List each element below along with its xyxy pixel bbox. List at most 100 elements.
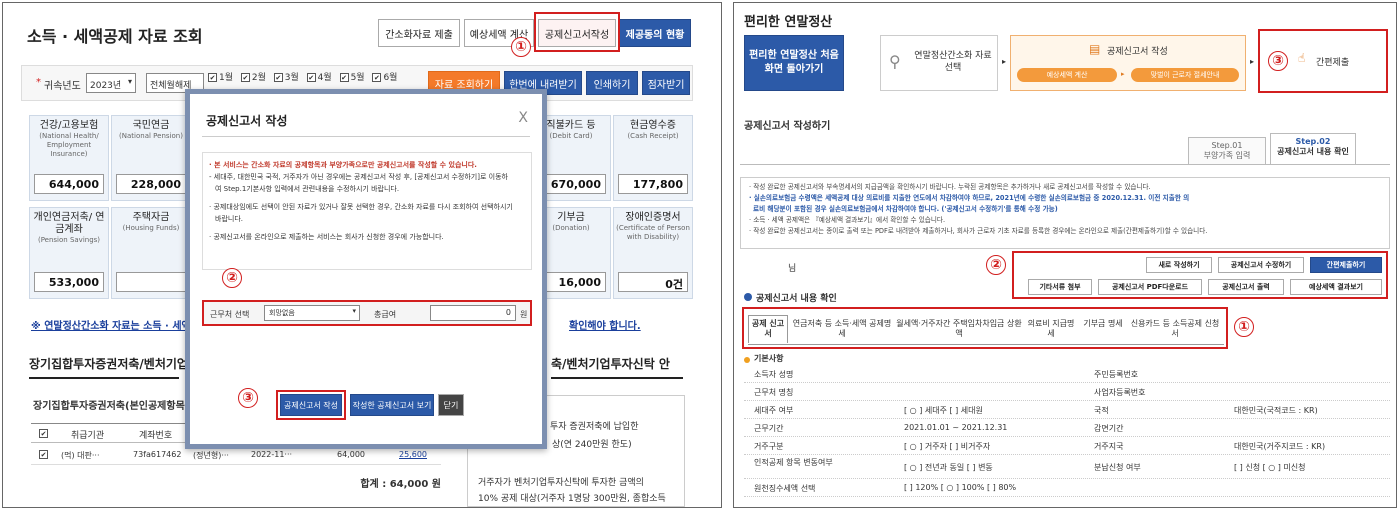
field-value: [ ○ ] 전년과 동일 [ ] 변동 (904, 463, 993, 472)
checkbox-icon: ✔ (240, 73, 250, 82)
work-value: 회망없음 (269, 309, 295, 317)
tab-rent[interactable]: 월세액·거주자간 주택임차차입금 상환액 (896, 317, 1022, 341)
salary-unit: 원 (520, 310, 528, 319)
view-form-button[interactable]: 작성한 공제신고서 보기 (350, 394, 434, 416)
salary-input[interactable]: 0 (430, 305, 516, 321)
tab-step-2[interactable]: Step.02 공제신고서 내용 확인 (1270, 133, 1356, 165)
home-button[interactable]: 편리한 연말정산 처음화면 돌아가기 (744, 35, 844, 91)
notice-line: · 공제대상임에도 선택이 안된 자료가 있거나 잘못 선택한 경우, 간소화 … (209, 203, 513, 211)
simple-submit-button[interactable]: 간편제출하기 (1310, 257, 1382, 273)
deduction-card[interactable]: 국민연금 (National Pension) 228,000 (111, 115, 191, 201)
month-check[interactable]: ✔ 1월 (208, 73, 233, 83)
month-check[interactable]: ✔ 2월 (240, 73, 266, 83)
field-label: 거주구분 (754, 442, 784, 451)
close-icon[interactable]: X (518, 110, 528, 126)
print-form-button[interactable]: 공제신고서 출력 (1208, 279, 1284, 295)
field-label: 근무기간 (754, 424, 784, 433)
search-icon: ⚲ (889, 52, 901, 71)
required-star: * (36, 77, 41, 88)
sub-section-title: 장기집합투자증권저축(본인공제항목) (33, 401, 190, 412)
section-title-right: 축/벤처기업투자신탁 안 (551, 357, 670, 371)
info-line: · 작성 완료한 공제신고서는 종이로 출력 또는 PDF로 내려받아 제출하거… (749, 227, 1208, 235)
notice-link[interactable]: ※ 연말정산간소화 자료는 소득 · 세액 (31, 317, 191, 332)
table-cell: 73fa617462 (133, 450, 182, 459)
tab-baseline (740, 164, 1390, 165)
marker-1: ① (511, 37, 531, 57)
field-value: 대한민국(국적코드 : KR) (1234, 406, 1318, 415)
bullet-icon (744, 293, 752, 301)
notice-link-end: 확인해야 합니다. (569, 321, 641, 332)
user-name-suffix: 님 (788, 264, 797, 274)
checkbox-icon[interactable]: ✔ (39, 429, 48, 438)
basic-info-table: 소득자 성명 주민등록번호 근무처 명칭 사업자등록번호 세대주 여부 [ ○ ] 세… (744, 365, 1390, 505)
new-form-button[interactable]: 새로 작성하기 (1146, 257, 1212, 273)
marker-3-right: ③ (1268, 51, 1288, 71)
info-line: · 작성 완료한 공제신고서와 부속명세서의 지급금액을 확인하시기 바랍니다.… (749, 183, 1151, 191)
field-label: 감면기간 (1094, 424, 1124, 433)
notice-line: · 공제신고서를 온라인으로 제출하는 서비스는 회사가 신청한 경우에 가능합… (209, 233, 444, 241)
marker-2: ② (222, 268, 242, 288)
consent-status-button[interactable]: 제공동의 현황 (619, 19, 691, 47)
field-label: 세대주 여부 (754, 406, 794, 415)
section-title: 장기집합투자증권저축/벤처기업투 (29, 357, 199, 371)
work-label: 근무처 선택 (210, 310, 250, 319)
left-panel: 소득 · 세액공제 자료 조회 간소화자료 제출 예상세액 계산 공제신고서작성… (2, 2, 722, 508)
braille-button[interactable]: 점자받기 (642, 71, 690, 95)
pdf-download-button[interactable]: 공제신고서 PDF다운로드 (1098, 279, 1202, 295)
field-label: 사업자등록번호 (1094, 388, 1146, 397)
tab-step-1[interactable]: Step.01 부양가족 입력 (1188, 137, 1266, 165)
basic-info-title: 기본사항 (754, 354, 784, 363)
tab-deduction-form[interactable]: 공제 신고서 (748, 315, 788, 343)
attach-docs-button[interactable]: 기타서류 첨부 (1028, 279, 1092, 295)
bullet-icon (744, 357, 750, 363)
info-text: 상(연 240만원 한도) (552, 440, 632, 450)
step-1[interactable]: ⚲ 연말정산간소화 자료선택 (880, 35, 998, 91)
checkbox-icon[interactable]: ✔ (39, 450, 48, 459)
expected-result-button[interactable]: 예상세액 결과보기 (1290, 279, 1382, 295)
table-row: 소득자 성명 주민등록번호 (744, 365, 1390, 383)
expected-tax-pill[interactable]: 예상세액 계산 (1017, 68, 1117, 82)
divider (551, 377, 683, 379)
divider (29, 377, 179, 379)
step-2[interactable]: ▤ 공제신고서 작성 예상세액 계산 ▸ 맞벌이 근로자 절세안내 (1010, 35, 1246, 91)
month-check[interactable]: ✔ 3월 (273, 73, 299, 83)
tab-card[interactable]: 신용카드 등 소득공제 신청서 (1130, 317, 1220, 341)
arrow-icon: ▸ (1002, 57, 1007, 66)
table-header-cell: 계좌번호 (139, 431, 173, 441)
home-button-label: 편리한 연말정산 처음화면 돌아가기 (749, 50, 839, 75)
deduction-card[interactable]: 개인연금저축/ 연금계좌 (Pension Savings) 533,000 (29, 207, 109, 299)
step-1-label: 연말정산간소화 자료선택 (914, 51, 992, 73)
deduction-card[interactable]: 장애인증명서 (Certificate of Person with Disabi… (613, 207, 693, 299)
field-value: [ ] 120% [ ○ ] 100% [ ] 80% (904, 483, 1017, 492)
field-value: [ ○ ] 세대주 [ ] 세대원 (904, 406, 983, 415)
chevron-down-icon: ▾ (352, 307, 356, 315)
tab-donation[interactable]: 기부금 명세 (1080, 317, 1126, 341)
table-cell-link[interactable]: 25,600 (399, 450, 427, 459)
table-row: 근무처 명칭 사업자등록번호 (744, 383, 1390, 401)
close-button[interactable]: 닫기 (438, 394, 464, 416)
content-title: 공제신고서 내용 확인 (756, 294, 837, 304)
table-row: 원천징수세액 선택 [ ] 120% [ ○ ] 100% [ ] 80% (744, 479, 1390, 497)
month-check[interactable]: ✔ 5월 (339, 73, 365, 83)
field-label: 국적 (1094, 406, 1109, 415)
deduction-card[interactable]: 주택자금 (Housing Funds) (111, 207, 191, 299)
marker-1-right: ① (1234, 317, 1254, 337)
edit-form-button[interactable]: 공제신고서 수정하기 (1218, 257, 1304, 273)
month-check[interactable]: ✔ 6월 (372, 73, 397, 83)
tab-pension[interactable]: 연금저축 등 소득·세액 공제명세 (792, 317, 892, 341)
month-check[interactable]: ✔ 4월 (306, 73, 332, 83)
write-form-button[interactable]: 공제신고서 작성 (280, 394, 342, 416)
tab-medical[interactable]: 의료비 지급명세 (1026, 317, 1076, 341)
field-value: 대한민국(거주지코드 : KR) (1234, 442, 1326, 451)
work-select[interactable]: 회망없음 ▾ (264, 305, 360, 321)
field-label: 원천징수세액 선택 (754, 484, 816, 493)
deduction-card[interactable]: 건강/고용보험 (National Health/ Employment Insu… (29, 115, 109, 201)
year-value: 2023년 (90, 81, 122, 91)
dual-income-pill[interactable]: 맞벌이 근로자 절세안내 (1131, 68, 1239, 82)
print-button[interactable]: 인쇄하기 (586, 71, 638, 95)
step-3[interactable]: ③ ☝ 간편제출 (1258, 29, 1388, 93)
marker-3: ③ (238, 388, 258, 408)
year-select[interactable]: 2023년 ▾ (86, 73, 136, 93)
simple-submit-button[interactable]: 간소화자료 제출 (378, 19, 460, 47)
deduction-card[interactable]: 현금영수증 (Cash Receipt) 177,800 (613, 115, 693, 201)
